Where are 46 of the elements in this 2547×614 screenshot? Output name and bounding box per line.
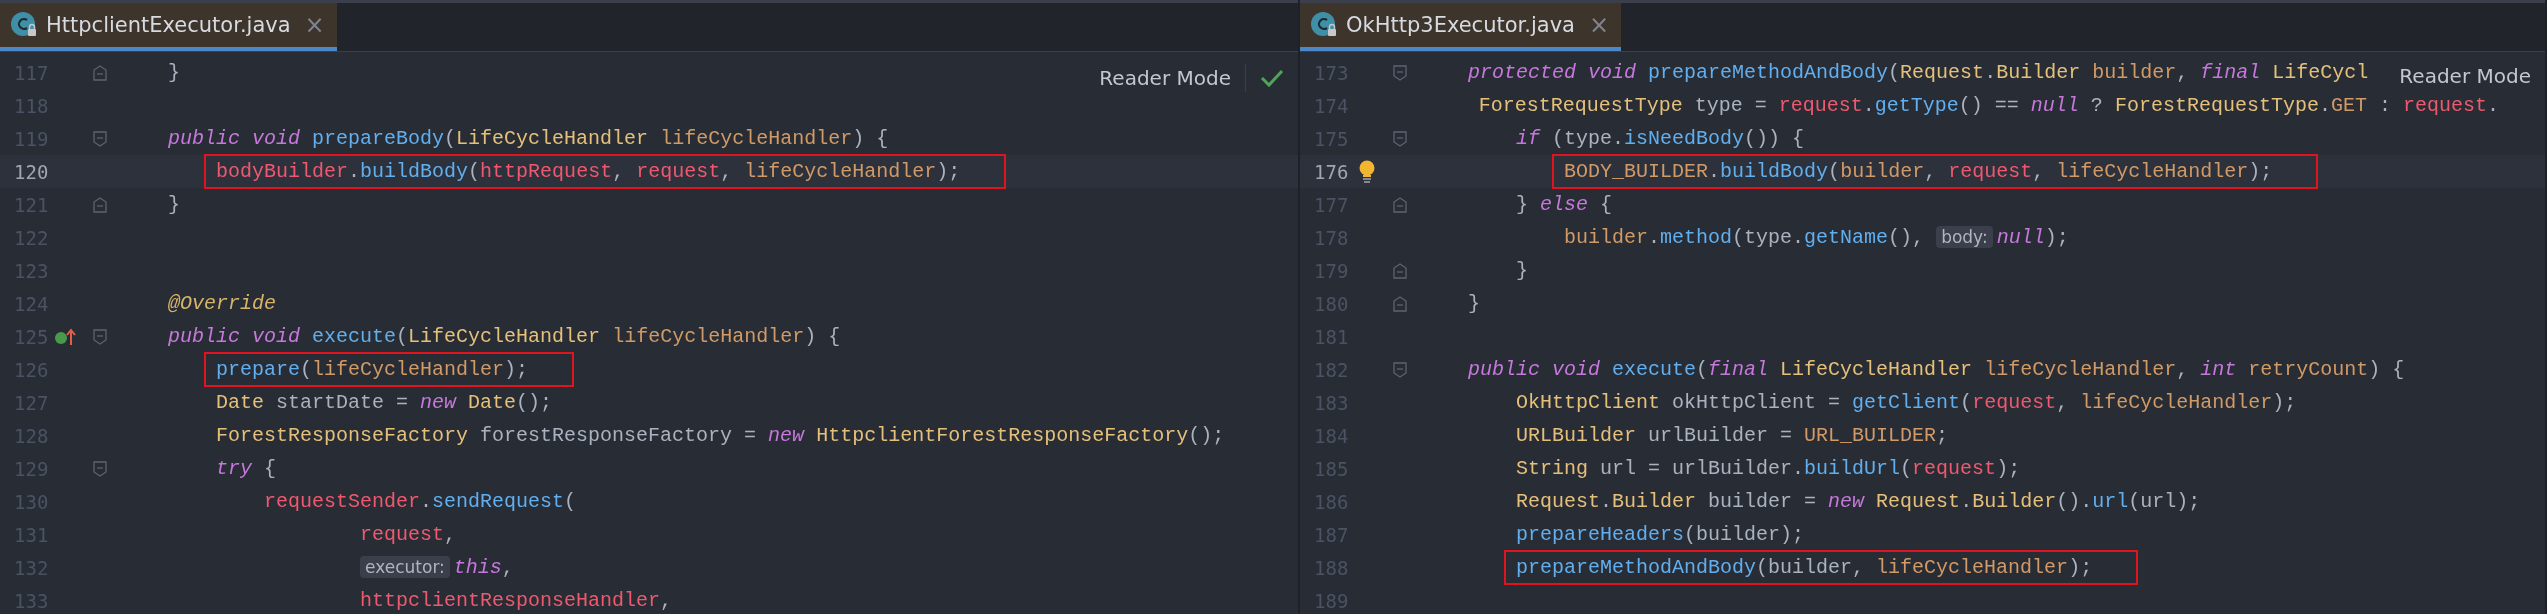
code-line: ForestRequestType type = request.getType() == null ? ForestRequestType.GET : request. xyxy=(1477,93,2500,119)
code-line: if (type.isNeedBody()) { xyxy=(1515,126,1806,152)
code-line: request, xyxy=(359,522,458,548)
code-line: } xyxy=(167,192,182,218)
code-line: } xyxy=(167,60,182,86)
fold-icon[interactable] xyxy=(1393,64,1407,81)
class-file-icon xyxy=(1310,11,1338,39)
code-line: requestSender.sendRequest( xyxy=(263,489,578,515)
fold-icon[interactable] xyxy=(93,64,107,81)
fold-icon[interactable] xyxy=(1393,262,1407,279)
editor-tab[interactable]: OkHttp3Executor.java × xyxy=(1300,3,1622,51)
code-line: ForestResponseFactory forestResponseFactory = new HttpclientForestResponseFactory(); xyxy=(215,423,1226,449)
line-number: 176 xyxy=(1313,160,1350,183)
code-line: String url = urlBuilder.buildUrl(request); xyxy=(1515,456,2022,482)
editor-tab[interactable]: HttpclientExecutor.java × xyxy=(0,3,337,51)
circle-arrow-icon[interactable] xyxy=(55,327,79,346)
code-line: OkHttpClient okHttpClient = getClient(request, lifeCycleHandler); xyxy=(1515,390,2298,416)
code-line: public void execute(final LifeCycleHandler lifeCycleHandler, int retryCount) { xyxy=(1467,357,2406,383)
code-line: Date startDate = new Date(); xyxy=(215,390,554,416)
code-line: } xyxy=(1467,291,1482,317)
reader-mode-label[interactable]: Reader Mode xyxy=(2399,64,2531,88)
code-line: httpclientResponseHandler, xyxy=(359,588,674,614)
code-line: } else { xyxy=(1515,192,1614,218)
fold-icon[interactable] xyxy=(1393,295,1407,312)
fold-icon[interactable] xyxy=(1393,196,1407,213)
code-line: Request.Builder builder = new Request.Builder().url(url); xyxy=(1515,489,2202,515)
lightbulb-icon[interactable] xyxy=(1358,159,1376,184)
checkmark-icon[interactable] xyxy=(1260,68,1284,88)
code-line: prepareHeaders(builder); xyxy=(1515,522,1806,548)
fold-icon[interactable] xyxy=(93,460,107,477)
code-line: executor: this, xyxy=(348,550,560,585)
reader-mode-label[interactable]: Reader Mode xyxy=(1099,66,1231,90)
fold-icon[interactable] xyxy=(93,196,107,213)
fold-icon[interactable] xyxy=(1393,130,1407,147)
code-line: public void prepareBody(LifeCycleHandler lifeCycleHandler) { xyxy=(167,126,890,152)
code-line: public void execute(LifeCycleHandler lifeCycleHandler) { xyxy=(167,324,842,350)
fold-icon[interactable] xyxy=(93,130,107,147)
code-line: @Override xyxy=(167,291,278,317)
fold-icon[interactable] xyxy=(1393,361,1407,378)
class-file-icon xyxy=(10,11,38,39)
fold-icon[interactable] xyxy=(93,328,107,345)
line-number: 120 xyxy=(13,160,50,183)
code-line: try { xyxy=(215,456,278,482)
code-line: builder.method(type.getName(), body: null); xyxy=(1563,225,2070,251)
code-line: URLBuilder urlBuilder = URL_BUILDER; xyxy=(1515,423,1950,449)
code-line: } xyxy=(1515,258,1530,284)
